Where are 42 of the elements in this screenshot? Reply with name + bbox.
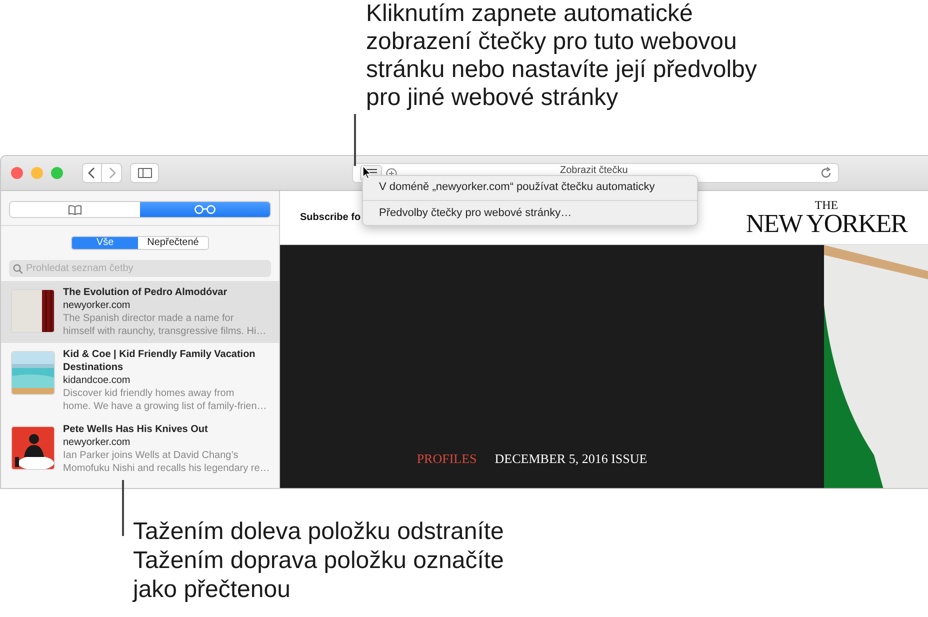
- subscribe-link[interactable]: Subscribe fo: [300, 210, 361, 225]
- address-text: Zobrazit čtečku: [560, 165, 628, 176]
- filter-tab[interactable]: Nepřečtené: [138, 237, 208, 249]
- search-icon: [13, 264, 23, 274]
- callout-text: pro jiné webové stránky: [366, 84, 620, 112]
- sidebar-tab[interactable]: [10, 202, 140, 217]
- sidebar-tab[interactable]: [140, 202, 270, 217]
- reload-icon[interactable]: [820, 167, 832, 179]
- sidebar-button[interactable]: [130, 163, 159, 183]
- leader-line: [354, 114, 356, 166]
- sidebar-icon: [138, 168, 152, 178]
- chevron-right-icon: [108, 167, 116, 179]
- glasses-icon: [194, 205, 216, 214]
- callout-text: stránku nebo nastavíte její předvolby: [366, 56, 757, 84]
- item-excerpt: The Spanish director made a name for himself with raunchy, transgressive films. Hi…: [63, 312, 266, 338]
- back-button[interactable]: [82, 163, 102, 183]
- logo[interactable]: THE NEW YORKER: [746, 198, 907, 236]
- item-excerpt: Ian Parker joins Wells at David Chang’s Momofuku Nishi and recalls his legendary re…: [63, 449, 270, 475]
- book-icon: [68, 204, 82, 214]
- leader-line: [122, 480, 124, 536]
- callout-text: zobrazení čtečky pro tuto webovou: [366, 28, 738, 56]
- reading-list-item[interactable]: The Evolution of Pedro Almodóvar newyorker.com The Spanish director made a name for himself with raunchy, transgressive films. Hi…: [1, 281, 279, 343]
- issue-date: DECEMBER 5, 2016 ISSUE: [494, 450, 648, 468]
- chevron-left-icon: [88, 167, 96, 179]
- item-domain: kidandcoe.com: [63, 374, 132, 387]
- callout-text: jako přečtenou: [133, 575, 292, 604]
- menu-item[interactable]: Předvolby čtečky pro webové stránky…: [363, 204, 697, 223]
- item-title: Pete Wells Has His Knives Out: [63, 423, 209, 436]
- section-label[interactable]: PROFILES: [416, 448, 477, 468]
- reading-list-item[interactable]: Kid & Coe | Kid Friendly Family Vacation Destinations kidandcoe.com Discover kid friendly homes away from home. We have a growing list of family-frien…: [1, 343, 279, 418]
- callout-text: Tažením doprava položku označíte: [133, 546, 504, 575]
- item-domain: newyorker.com: [63, 299, 132, 312]
- item-domain: newyorker.com: [63, 436, 132, 449]
- callout-text: Tažením doleva položku odstraníte: [133, 517, 504, 546]
- close-button[interactable]: [11, 167, 23, 179]
- reading-list-item[interactable]: Pete Wells Has His Knives Out newyorker.com Ian Parker joins Wells at David Chang’s Momofuku Nishi and recalls his legendary re…: [1, 418, 279, 480]
- callout-text: Kliknutím zapnete automatické: [366, 0, 694, 28]
- pointer-icon: [362, 165, 371, 179]
- filter-tab[interactable]: Vše: [72, 237, 138, 249]
- search-field[interactable]: Prohledat seznam četby: [9, 260, 271, 277]
- item-title: The Evolution of Pedro Almodóvar: [63, 286, 228, 299]
- item-excerpt: Discover kid friendly homes away from home. We have a growing list of family-frien…: [63, 387, 268, 413]
